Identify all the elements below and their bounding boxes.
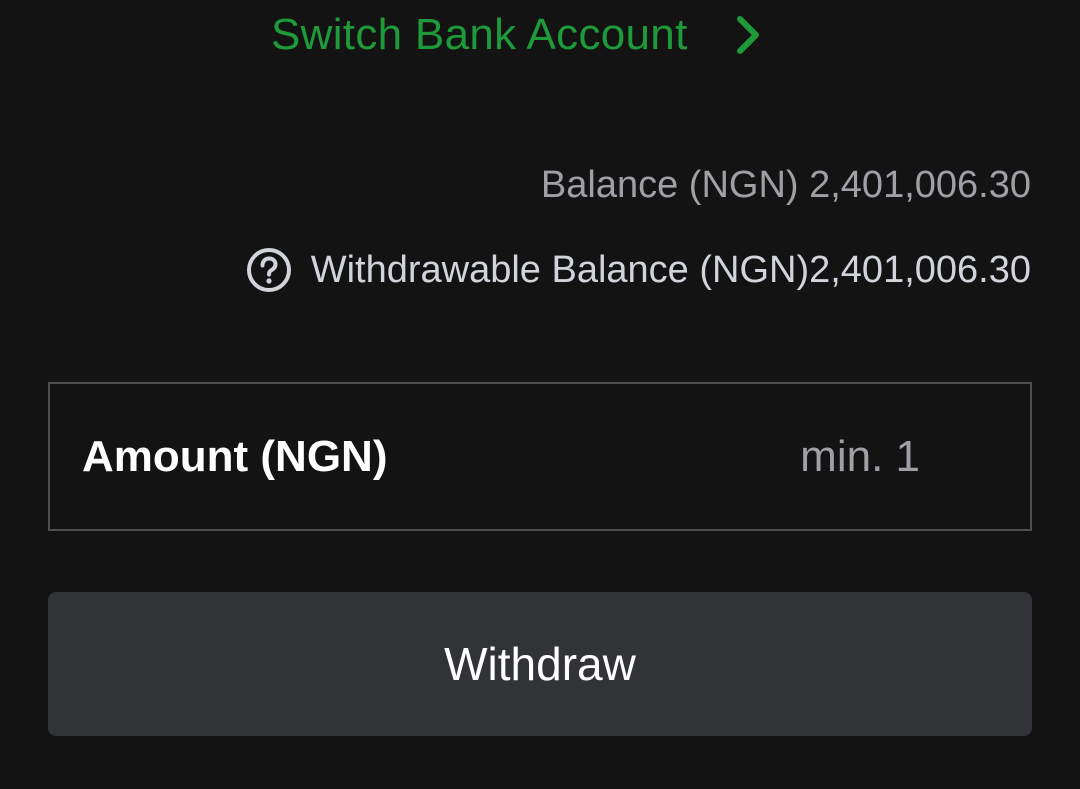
amount-field[interactable]: Amount (NGN)	[48, 382, 1032, 531]
withdraw-screen: Switch Bank Account Balance (NGN) 2,401,…	[0, 0, 1080, 789]
withdrawable-balance-value: 2,401,006.30	[809, 248, 1031, 291]
amount-input[interactable]	[660, 431, 920, 482]
withdraw-button[interactable]: Withdraw	[48, 592, 1032, 736]
withdrawable-balance-label: Withdrawable Balance (NGN)	[310, 248, 810, 291]
chevron-right-icon	[732, 13, 764, 57]
withdrawable-balance-row: Withdrawable Balance (NGN) 2,401,006.30	[245, 244, 1031, 296]
balance-label: Balance (NGN)	[540, 164, 810, 206]
help-icon[interactable]	[245, 246, 293, 294]
switch-bank-account-link[interactable]: Switch Bank Account	[271, 6, 764, 64]
amount-label: Amount (NGN)	[82, 431, 388, 481]
switch-bank-account-label: Switch Bank Account	[271, 10, 688, 59]
balance-value: 2,401,006.30	[809, 164, 1031, 206]
balance-row: Balance (NGN) 2,401,006.30	[541, 164, 1031, 207]
